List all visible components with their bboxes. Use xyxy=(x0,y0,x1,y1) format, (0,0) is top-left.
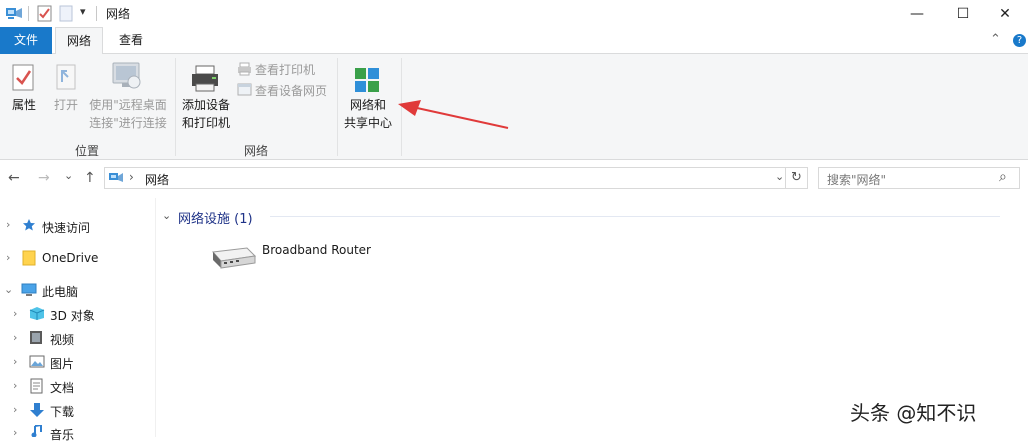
network-folder-icon[interactable] xyxy=(5,5,23,21)
device-name[interactable]: Broadband Router xyxy=(262,243,371,257)
open-button[interactable]: 打开 xyxy=(46,97,86,114)
qat-separator xyxy=(28,6,29,21)
broadband-router-icon[interactable] xyxy=(207,246,257,274)
close-button[interactable]: ✕ xyxy=(982,0,1028,27)
expander-downloads[interactable]: › xyxy=(13,403,17,416)
pictures-icon xyxy=(29,355,45,368)
documents-icon xyxy=(30,378,43,394)
3d-objects-icon xyxy=(29,307,45,320)
nav-item-onedrive[interactable]: OneDrive xyxy=(42,251,98,265)
forward-button[interactable]: → xyxy=(38,170,50,186)
tab-network[interactable]: 网络 xyxy=(55,27,103,55)
help-icon[interactable]: ? xyxy=(1013,34,1026,47)
expander-music[interactable]: › xyxy=(13,426,17,439)
qat-separator xyxy=(96,6,97,21)
location-group-label: 位置 xyxy=(74,144,99,158)
remote-desktop-button-line2[interactable]: 连接"进行连接 xyxy=(84,115,172,132)
qat-dropdown-icon[interactable]: ▾ xyxy=(80,5,86,18)
refresh-button[interactable]: ↻ xyxy=(791,170,802,185)
nav-pane-divider xyxy=(155,198,156,437)
properties-button[interactable]: 属性 xyxy=(4,97,44,114)
watermark: 头条 @知不识 xyxy=(850,401,977,425)
nav-item-pictures[interactable]: 图片 xyxy=(50,355,74,372)
onedrive-folder-icon xyxy=(22,250,36,266)
annotation-arrow-icon xyxy=(398,100,509,129)
printer-icon xyxy=(238,62,251,76)
expander-3d-objects[interactable]: › xyxy=(13,307,17,320)
view-printers-button[interactable]: 查看打印机 xyxy=(255,61,315,78)
nav-item-documents[interactable]: 文档 xyxy=(50,379,74,396)
group-collapse-icon[interactable]: ⌄ xyxy=(162,209,171,222)
expander-this-pc[interactable]: ⌄ xyxy=(4,283,13,296)
minimize-button[interactable]: — xyxy=(894,0,940,27)
nav-item-videos[interactable]: 视频 xyxy=(50,331,74,348)
network-location-icon xyxy=(109,173,123,182)
device-webpage-icon xyxy=(237,83,252,96)
network-center-button-line1[interactable]: 网络和 xyxy=(340,97,396,114)
tab-view[interactable]: 查看 xyxy=(107,27,155,54)
nav-item-quick-access[interactable]: 快速访问 xyxy=(42,219,90,236)
address-bar[interactable]: › 网络 ⌄ ↻ xyxy=(104,167,808,189)
nav-item-downloads[interactable]: 下载 xyxy=(50,403,74,420)
nav-item-this-pc[interactable]: 此电脑 xyxy=(42,283,78,300)
expander-videos[interactable]: › xyxy=(13,331,17,344)
add-printer-icon[interactable] xyxy=(190,64,222,94)
back-button[interactable]: ← xyxy=(8,170,20,186)
this-pc-icon xyxy=(21,283,37,296)
recent-locations-button[interactable]: ⌄ xyxy=(64,169,73,182)
music-icon xyxy=(31,425,42,437)
group-separator xyxy=(337,58,338,156)
expander-quick-access[interactable]: › xyxy=(6,218,10,231)
title-bar: ▾ 网络 — ☐ ✕ xyxy=(0,0,1028,27)
remote-desktop-icon[interactable] xyxy=(110,60,144,94)
address-dropdown-button[interactable]: ⌄ xyxy=(775,170,784,183)
view-device-webpage-button[interactable]: 查看设备网页 xyxy=(255,82,327,99)
ribbon-tabs: 文件 网络 查看 ⌃ ? xyxy=(0,27,1028,55)
search-placeholder[interactable]: 搜索"网络" xyxy=(827,171,886,188)
maximize-button[interactable]: ☐ xyxy=(940,0,986,27)
tab-file[interactable]: 文件 xyxy=(0,27,52,54)
properties-icon[interactable] xyxy=(12,64,36,92)
videos-icon xyxy=(30,331,42,344)
collapse-ribbon-icon[interactable]: ⌃ xyxy=(990,32,1001,47)
path-separator[interactable]: › xyxy=(129,170,134,184)
address-divider xyxy=(785,168,786,188)
network-sharing-center-icon[interactable] xyxy=(353,66,381,94)
add-device-button-line1[interactable]: 添加设备 xyxy=(178,97,234,114)
up-button[interactable]: ↑ xyxy=(84,170,96,186)
open-icon[interactable] xyxy=(54,62,80,92)
new-folder-qat-icon[interactable] xyxy=(59,5,74,22)
network-group-label: 网络 xyxy=(243,144,268,158)
search-icon[interactable]: ⌕ xyxy=(999,169,1007,185)
remote-desktop-button-line1[interactable]: 使用"远程桌面 xyxy=(84,97,172,114)
properties-qat-icon[interactable] xyxy=(37,5,53,22)
nav-item-3d-objects[interactable]: 3D 对象 xyxy=(50,307,95,324)
expander-pictures[interactable]: › xyxy=(13,355,17,368)
path-segment-network[interactable]: 网络 xyxy=(145,171,169,188)
nav-item-music[interactable]: 音乐 xyxy=(50,426,74,443)
group-header[interactable]: 网络设施 (1) xyxy=(178,208,253,227)
search-box[interactable]: 搜索"网络" ⌕ xyxy=(818,167,1020,189)
expander-onedrive[interactable]: › xyxy=(6,251,10,264)
expander-documents[interactable]: › xyxy=(13,379,17,392)
downloads-icon xyxy=(30,403,44,417)
group-header-rule xyxy=(270,216,1000,217)
quick-access-star-icon xyxy=(23,219,35,231)
add-device-button-line2[interactable]: 和打印机 xyxy=(178,115,234,132)
network-center-button-line2[interactable]: 共享中心 xyxy=(340,115,396,132)
window-title: 网络 xyxy=(106,7,131,21)
